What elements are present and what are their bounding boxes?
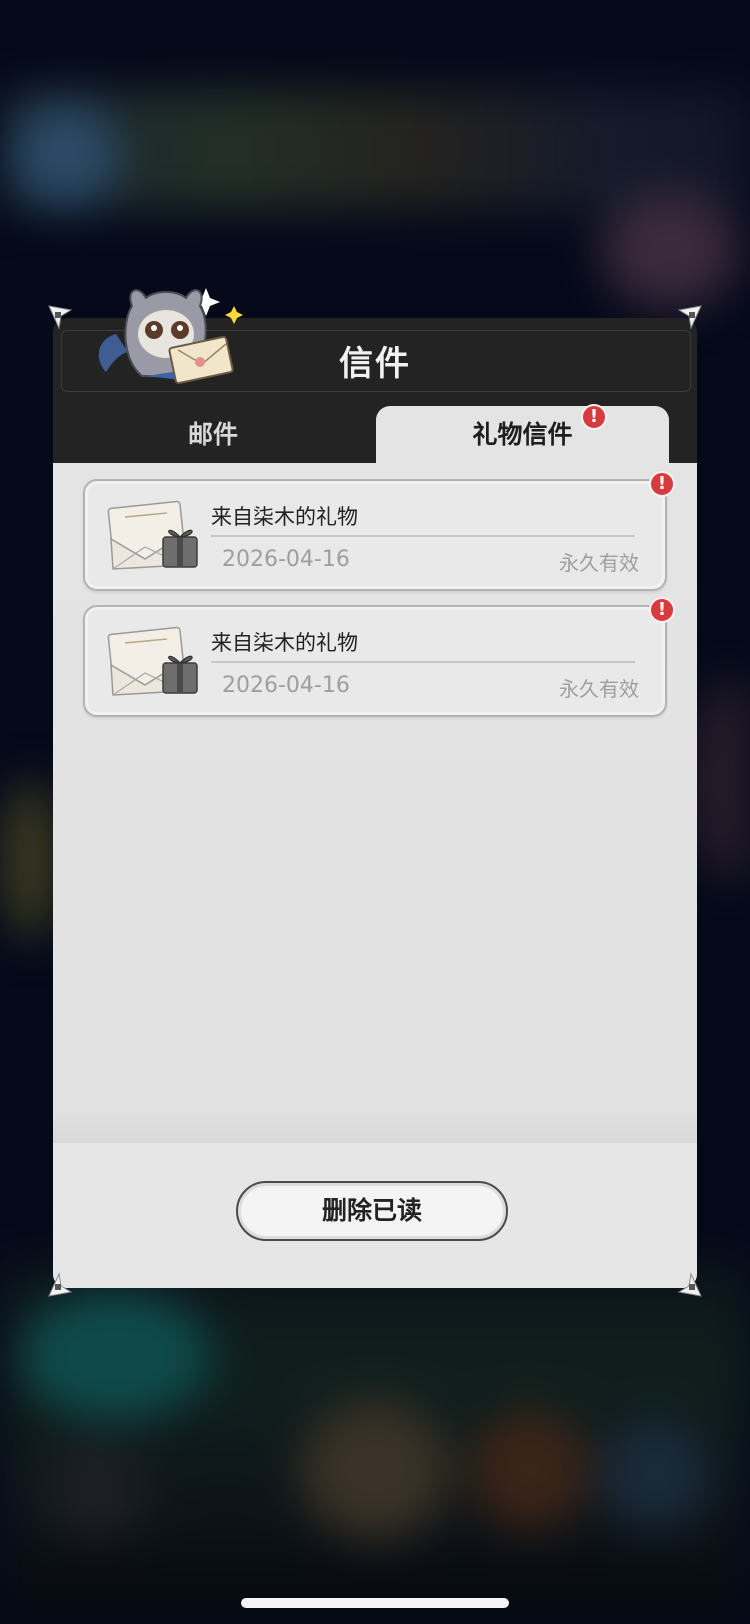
mail-date: 2026-04-16 <box>222 547 350 572</box>
owl-mascot-icon <box>98 288 243 385</box>
alert-badge-icon: ! <box>581 404 607 430</box>
mail-title: 来自柒木的礼物 <box>211 631 358 655</box>
envelope-with-gift-icon <box>107 626 198 696</box>
corner-ornament-icon <box>677 1272 702 1297</box>
corner-ornament-icon <box>677 305 702 330</box>
mail-dialog: 信件 邮件 礼物信件 ! 来自柒木的礼物 2026-04-16 永久有效 ! 来… <box>48 288 702 1297</box>
tab-mail[interactable]: 邮件 <box>53 406 373 463</box>
delete-read-button[interactable]: 删除已读 <box>236 1181 508 1241</box>
envelope-with-gift-icon <box>107 500 198 570</box>
mail-expiry: 永久有效 <box>559 677 639 701</box>
mail-list-item[interactable]: 来自柒木的礼物 2026-04-16 永久有效 ! <box>83 597 675 717</box>
tab-gift-mail-label: 礼物信件 <box>472 420 573 449</box>
tab-mail-label: 邮件 <box>187 420 238 449</box>
mail-title: 来自柒木的礼物 <box>211 505 358 529</box>
tab-gift-mail[interactable]: 礼物信件 ! <box>376 404 669 463</box>
mail-expiry: 永久有效 <box>559 551 639 575</box>
dialog-body: 来自柒木的礼物 2026-04-16 永久有效 ! 来自柒木的礼物 2026-0… <box>53 463 697 1288</box>
mail-list-item[interactable]: 来自柒木的礼物 2026-04-16 永久有效 ! <box>83 471 675 591</box>
corner-ornament-icon <box>48 1272 73 1297</box>
mail-date: 2026-04-16 <box>222 673 350 698</box>
home-indicator[interactable] <box>241 1598 509 1608</box>
alert-badge-icon: ! <box>649 597 675 623</box>
mail-divider <box>211 661 635 663</box>
mail-list: 来自柒木的礼物 2026-04-16 永久有效 ! 来自柒木的礼物 2026-0… <box>53 463 697 1143</box>
mail-divider <box>211 535 635 537</box>
alert-badge-icon: ! <box>649 471 675 497</box>
corner-ornament-icon <box>48 305 73 330</box>
